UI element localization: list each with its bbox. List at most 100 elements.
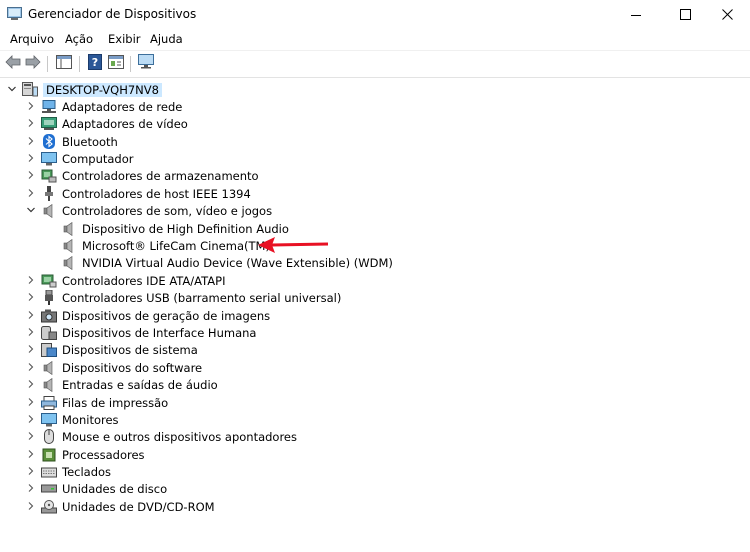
device-tree: DESKTOP-VQH7NV8 Adaptadores de rede Adap… [0, 80, 750, 540]
help-button[interactable]: ? [86, 53, 104, 73]
properties-icon [108, 54, 124, 72]
menu-acao[interactable]: Ação [65, 32, 93, 46]
forward-button[interactable] [24, 54, 42, 72]
collapsed-chevron-icon[interactable] [26, 362, 36, 372]
collapsed-chevron-icon[interactable] [26, 449, 36, 459]
tree-item-label: Dispositivos de sistema [62, 342, 198, 357]
tree-item-ieee-1394[interactable]: Controladores de host IEEE 1394 [0, 185, 251, 202]
collapsed-chevron-icon[interactable] [26, 327, 36, 337]
expanded-chevron-icon[interactable] [26, 205, 36, 215]
tree-item-geracao-de-imagens[interactable]: Dispositivos de geração de imagens [0, 307, 270, 324]
maximize-button[interactable] [662, 0, 708, 29]
tree-item-unidades-de-disco[interactable]: Unidades de disco [0, 480, 167, 497]
collapsed-chevron-icon[interactable] [26, 118, 36, 128]
processor-icon [41, 448, 57, 462]
device-manager-icon [7, 7, 22, 21]
toolbar-separator [79, 56, 80, 72]
audio-io-icon [41, 377, 57, 392]
storage-controller-icon [41, 169, 57, 183]
tree-item-controladores-de-som[interactable]: Controladores de som, vídeo e jogos [0, 202, 272, 219]
tree-item-unidades-dvd[interactable]: Unidades de DVD/CD-ROM [0, 498, 215, 515]
scan-hardware-button[interactable] [137, 54, 155, 72]
expanded-chevron-icon[interactable] [7, 84, 17, 94]
tree-item-controladores-de-armazenamento[interactable]: Controladores de armazenamento [0, 167, 259, 184]
scan-monitor-icon [138, 54, 154, 72]
tree-item-label: Teclados [62, 464, 112, 479]
display-adapter-icon [41, 116, 57, 131]
printer-icon [41, 395, 57, 410]
software-device-icon [41, 360, 57, 375]
speaker-icon [41, 203, 57, 218]
tree-item-label: Bluetooth [62, 134, 118, 149]
menu-arquivo[interactable]: Arquivo [10, 32, 54, 46]
tree-item-teclados[interactable]: Teclados [0, 463, 111, 480]
tree-item-adaptadores-de-video[interactable]: Adaptadores de vídeo [0, 115, 188, 132]
tree-item-interface-humana[interactable]: Dispositivos de Interface Humana [0, 324, 256, 341]
tree-item-label: Computador [62, 151, 134, 166]
tree-item-bluetooth[interactable]: Bluetooth [0, 133, 118, 150]
menu-ajuda[interactable]: Ajuda [150, 32, 183, 46]
tree-item-monitores[interactable]: Monitores [0, 411, 119, 428]
collapsed-chevron-icon[interactable] [26, 397, 36, 407]
collapsed-chevron-icon[interactable] [26, 101, 36, 111]
tree-item-processadores[interactable]: Processadores [0, 446, 145, 463]
menu-bar: Arquivo Ação Exibir Ajuda [0, 30, 750, 50]
collapsed-chevron-icon[interactable] [26, 170, 36, 180]
tree-item-label: Filas de impressão [62, 395, 169, 410]
back-button[interactable] [4, 54, 22, 72]
root-label: DESKTOP-VQH7NV8 [43, 82, 162, 97]
desktop-computer-icon [22, 82, 38, 97]
help-icon: ? [88, 53, 102, 73]
red-annotation-arrow-icon [258, 236, 330, 257]
menu-separator [0, 50, 750, 51]
tree-item-entradas-saidas-audio[interactable]: Entradas e saídas de áudio [0, 376, 218, 393]
collapsed-chevron-icon[interactable] [26, 310, 36, 320]
tree-item-label: Adaptadores de vídeo [62, 116, 188, 131]
tree-item-label: Controladores de som, vídeo e jogos [62, 203, 273, 218]
tree-child-high-definition-audio[interactable]: Dispositivo de High Definition Audio [0, 220, 289, 237]
tree-item-controladores-ide[interactable]: Controladores IDE ATA/ATAPI [0, 272, 225, 289]
tree-item-controladores-usb[interactable]: Controladores USB (barramento serial uni… [0, 289, 341, 306]
tree-item-label: Adaptadores de rede [62, 99, 183, 114]
dvd-drive-icon [41, 499, 57, 514]
minimize-button[interactable] [613, 0, 659, 29]
tree-item-label: Dispositivo de High Definition Audio [82, 221, 289, 236]
collapsed-chevron-icon[interactable] [26, 501, 36, 511]
title-bar: Gerenciador de Dispositivos [0, 0, 750, 29]
collapsed-chevron-icon[interactable] [26, 136, 36, 146]
tree-item-dispositivos-do-software[interactable]: Dispositivos do software [0, 359, 202, 376]
collapsed-chevron-icon[interactable] [26, 483, 36, 493]
tree-item-filas-de-impressao[interactable]: Filas de impressão [0, 394, 168, 411]
tree-item-label: Entradas e saídas de áudio [62, 377, 218, 392]
tree-root[interactable]: DESKTOP-VQH7NV8 [0, 81, 162, 98]
collapsed-chevron-icon[interactable] [26, 466, 36, 476]
tree-item-label: Controladores de host IEEE 1394 [62, 186, 251, 201]
forward-arrow-icon [25, 54, 41, 72]
collapsed-chevron-icon[interactable] [26, 153, 36, 163]
tree-item-dispositivos-de-sistema[interactable]: Dispositivos de sistema [0, 341, 198, 358]
collapsed-chevron-icon[interactable] [26, 188, 36, 198]
tree-item-label: Dispositivos de geração de imagens [62, 308, 271, 323]
collapsed-chevron-icon[interactable] [26, 414, 36, 424]
collapsed-chevron-icon[interactable] [26, 379, 36, 389]
tree-item-computador[interactable]: Computador [0, 150, 133, 167]
close-button[interactable] [704, 0, 750, 29]
tree-child-nvidia-virtual-audio[interactable]: NVIDIA Virtual Audio Device (Wave Extens… [0, 254, 393, 271]
show-hide-console-tree-button[interactable] [55, 54, 73, 72]
tree-item-label: Microsoft® LifeCam Cinema(TM) [82, 238, 270, 253]
menu-exibir[interactable]: Exibir [108, 32, 141, 46]
back-arrow-icon [5, 54, 21, 72]
toolbar-separator [130, 56, 131, 72]
properties-button[interactable] [107, 54, 125, 72]
collapsed-chevron-icon[interactable] [26, 292, 36, 302]
console-tree-icon [56, 54, 72, 72]
computer-icon [41, 151, 57, 166]
toolbar-divider [0, 77, 750, 78]
collapsed-chevron-icon[interactable] [26, 344, 36, 354]
collapsed-chevron-icon[interactable] [26, 431, 36, 441]
tree-item-mouse[interactable]: Mouse e outros dispositivos apontadores [0, 428, 297, 445]
collapsed-chevron-icon[interactable] [26, 275, 36, 285]
tree-item-label: Dispositivos do software [62, 360, 203, 375]
tree-child-lifecam-cinema[interactable]: Microsoft® LifeCam Cinema(TM) [0, 237, 270, 254]
tree-item-adaptadores-de-rede[interactable]: Adaptadores de rede [0, 98, 182, 115]
